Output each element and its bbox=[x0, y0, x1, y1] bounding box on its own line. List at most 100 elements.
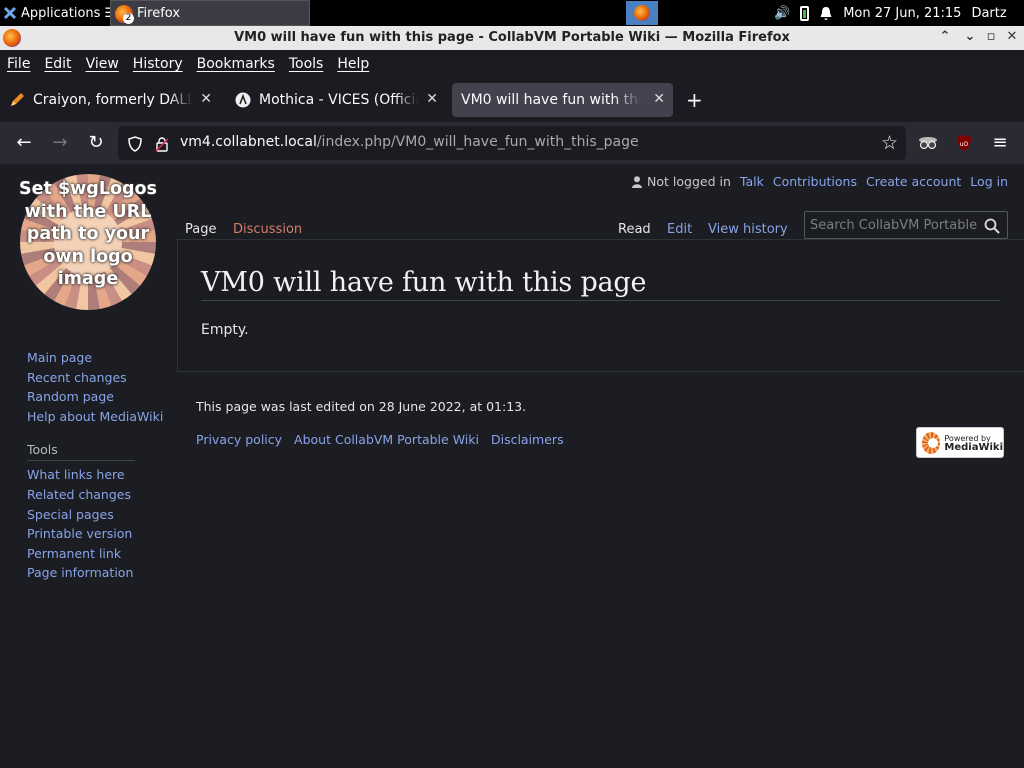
notification-bell-icon[interactable] bbox=[819, 6, 833, 21]
page-title: VM0 will have fun with this page bbox=[201, 267, 647, 298]
footer: This page was last edited on 28 June 202… bbox=[196, 399, 564, 447]
page-body: Empty. bbox=[201, 322, 249, 338]
tab-strip: Craiyon, formerly DALL-E mini ✕ Mothica … bbox=[0, 78, 1024, 122]
back-button[interactable]: ← bbox=[12, 131, 36, 155]
insecure-lock-icon[interactable] bbox=[155, 136, 169, 152]
sidebar-item-page-information[interactable]: Page information bbox=[27, 565, 163, 585]
menu-edit[interactable]: Edit bbox=[44, 56, 71, 72]
xfce-logo-icon bbox=[3, 6, 17, 20]
sidebar: Main page Recent changes Random page Hel… bbox=[27, 350, 163, 585]
firefox-icon bbox=[634, 5, 650, 21]
user-menu[interactable]: Dartz bbox=[971, 6, 1006, 21]
menu-tools[interactable]: Tools bbox=[289, 56, 324, 72]
disclaimers-link[interactable]: Disclaimers bbox=[491, 432, 564, 447]
menu-history[interactable]: History bbox=[133, 56, 183, 72]
sidebar-item-what-links-here[interactable]: What links here bbox=[27, 467, 163, 487]
minimize-button[interactable]: ⌃ bbox=[937, 29, 953, 44]
url-text[interactable]: vm4.collabnet.local/index.php/VM0_will_h… bbox=[180, 134, 639, 150]
applications-menu[interactable]: Applications ☰ bbox=[0, 0, 116, 26]
mediawiki-label: MediaWiki bbox=[944, 441, 1003, 453]
sidebar-item-main-page[interactable]: Main page bbox=[27, 350, 163, 370]
svg-text:uO: uO bbox=[960, 141, 969, 148]
footer-links: Privacy policy About CollabVM Portable W… bbox=[196, 432, 564, 447]
bookmark-star-icon[interactable]: ☆ bbox=[881, 132, 898, 154]
tray-firefox-button[interactable] bbox=[626, 1, 658, 25]
menu-help[interactable]: Help bbox=[337, 56, 369, 72]
taskbar-firefox-button[interactable]: 2 Firefox bbox=[110, 0, 310, 26]
tab-page[interactable]: Page bbox=[185, 222, 216, 237]
battery-icon[interactable] bbox=[800, 5, 810, 21]
menu-bar: File Edit View History Bookmarks Tools H… bbox=[0, 50, 1024, 78]
sidebar-item-printable-version[interactable]: Printable version bbox=[27, 526, 163, 546]
tab-read[interactable]: Read bbox=[618, 222, 651, 237]
url-host: vm4.collabnet.local bbox=[180, 134, 317, 150]
sidebar-item-recent-changes[interactable]: Recent changes bbox=[27, 370, 163, 390]
privacy-policy-link[interactable]: Privacy policy bbox=[196, 432, 282, 447]
wiki-search-box[interactable] bbox=[804, 211, 1008, 239]
menu-bookmarks[interactable]: Bookmarks bbox=[197, 56, 275, 72]
create-account-link[interactable]: Create account bbox=[866, 174, 961, 189]
system-tray: 🔊 Mon 27 Jun, 21:15 Dartz bbox=[774, 0, 1007, 26]
anonymous-user: Not logged in bbox=[632, 174, 731, 189]
tab-discussion[interactable]: Discussion bbox=[233, 222, 302, 237]
tab-label: Craiyon, formerly DALL-E mini bbox=[33, 92, 193, 108]
about-link[interactable]: About CollabVM Portable Wiki bbox=[294, 432, 479, 447]
mediawiki-logo-icon bbox=[922, 431, 941, 454]
close-tab-icon[interactable]: ✕ bbox=[426, 91, 438, 107]
pencil-icon bbox=[11, 93, 24, 106]
close-tab-icon[interactable]: ✕ bbox=[653, 91, 665, 107]
heading-divider bbox=[201, 300, 1000, 301]
clock[interactable]: Mon 27 Jun, 21:15 bbox=[843, 6, 961, 21]
last-edited-info: This page was last edited on 28 June 202… bbox=[196, 399, 527, 414]
site-logo[interactable]: Set $wgLogos with the URL path to your o… bbox=[19, 174, 157, 310]
menu-view[interactable]: View bbox=[86, 56, 119, 72]
volume-icon[interactable]: 🔊 bbox=[774, 6, 790, 21]
search-icon[interactable] bbox=[984, 218, 1000, 234]
close-window-button[interactable]: ✕ bbox=[1004, 29, 1020, 44]
user-icon bbox=[632, 175, 643, 188]
tracking-shield-icon[interactable] bbox=[128, 136, 142, 152]
tab-active-wiki[interactable]: VM0 will have fun with this page ✕ bbox=[452, 83, 673, 117]
new-tab-button[interactable]: + bbox=[686, 88, 703, 112]
sidebar-item-related-changes[interactable]: Related changes bbox=[27, 487, 163, 507]
window-titlebar[interactable]: VM0 will have fun with this page - Colla… bbox=[0, 26, 1024, 50]
task-label: Firefox bbox=[137, 5, 181, 21]
app-menu-button[interactable]: ≡ bbox=[988, 131, 1012, 155]
reload-button[interactable]: ↻ bbox=[84, 131, 108, 155]
window-title: VM0 will have fun with this page - Colla… bbox=[234, 30, 790, 45]
tab-edit[interactable]: Edit bbox=[667, 222, 692, 237]
desktop-panel: Applications ☰ 2 Firefox 🔊 Mon 27 Jun, 2… bbox=[0, 0, 1024, 26]
extension-spy-icon[interactable] bbox=[918, 134, 938, 152]
tools-heading: Tools bbox=[27, 442, 135, 462]
tab-mothica[interactable]: Mothica - VICES (Official Lyric Video) ✕ bbox=[226, 83, 446, 117]
main-content: VM0 will have fun with this page Empty. bbox=[177, 239, 1024, 372]
login-link[interactable]: Log in bbox=[970, 174, 1008, 189]
powered-by-mediawiki-badge[interactable]: Powered by MediaWiki bbox=[916, 427, 1004, 458]
close-tab-icon[interactable]: ✕ bbox=[200, 91, 212, 107]
wiki-page: Set $wgLogos with the URL path to your o… bbox=[0, 164, 1024, 768]
logo-text: Set $wgLogos with the URL path to your o… bbox=[19, 179, 157, 289]
url-path: /index.php/VM0_will_have_fun_with_this_p… bbox=[316, 134, 639, 150]
talk-link[interactable]: Talk bbox=[740, 174, 764, 189]
maximize-button[interactable]: ▫ bbox=[983, 29, 999, 44]
powered-by-text: Powered by MediaWiki bbox=[944, 434, 1003, 453]
address-bar[interactable]: vm4.collabnet.local/index.php/VM0_will_h… bbox=[118, 126, 906, 160]
ublock-origin-icon[interactable]: uO bbox=[955, 134, 973, 152]
menu-file[interactable]: File bbox=[7, 56, 30, 72]
restore-button[interactable]: ⌄ bbox=[962, 29, 978, 44]
tab-label: VM0 will have fun with this page bbox=[461, 92, 641, 108]
sidebar-item-random-page[interactable]: Random page bbox=[27, 389, 163, 409]
search-input[interactable] bbox=[810, 217, 982, 233]
sidebar-item-help[interactable]: Help about MediaWiki bbox=[27, 409, 163, 429]
tab-craiyon[interactable]: Craiyon, formerly DALL-E mini ✕ bbox=[0, 83, 220, 117]
applications-label: Applications bbox=[21, 5, 101, 21]
login-status: Not logged in bbox=[647, 174, 731, 189]
site-logo-icon bbox=[235, 92, 251, 108]
forward-button[interactable]: → bbox=[48, 131, 72, 155]
navigation-toolbar: ← → ↻ vm4.collabnet.local/index.php/VM0_… bbox=[0, 122, 1024, 164]
contributions-link[interactable]: Contributions bbox=[773, 174, 857, 189]
sidebar-item-permanent-link[interactable]: Permanent link bbox=[27, 546, 163, 566]
tab-view-history[interactable]: View history bbox=[708, 222, 788, 237]
sidebar-item-special-pages[interactable]: Special pages bbox=[27, 507, 163, 527]
window-count-badge: 2 bbox=[123, 13, 134, 24]
